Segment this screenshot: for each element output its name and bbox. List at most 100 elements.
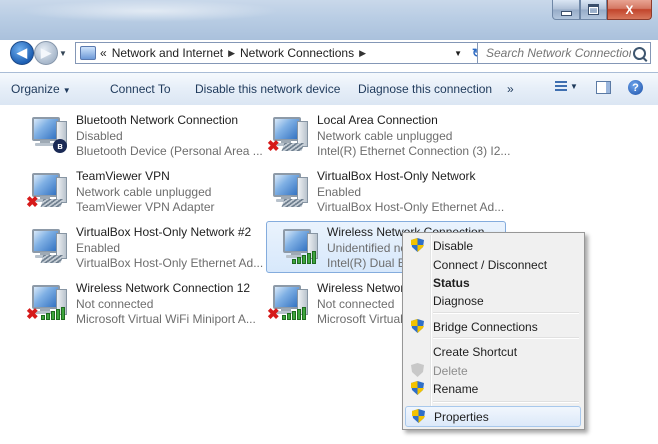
connection-device: Microsoft Virtual WiFi Miniport A... bbox=[76, 312, 256, 326]
connection-item[interactable]: VirtualBox Host-Only Network Enabled Virtu… bbox=[257, 166, 504, 216]
breadcrumb-network-and-internet[interactable]: Network and Internet bbox=[112, 46, 223, 60]
connection-status: Not connected bbox=[76, 297, 154, 311]
menu-separator bbox=[433, 401, 579, 403]
connection-name: VirtualBox Host-Only Network #2 bbox=[76, 225, 252, 239]
connection-name: Local Area Connection bbox=[317, 113, 438, 127]
minimize-button[interactable] bbox=[552, 0, 580, 20]
menu-separator bbox=[433, 312, 579, 314]
connection-device: VirtualBox Host-Only Ethernet Ad... bbox=[76, 256, 264, 270]
connection-status: Disabled bbox=[76, 129, 123, 143]
signal-bars-icon bbox=[41, 307, 65, 320]
breadcrumb-overflow[interactable]: « bbox=[100, 46, 107, 60]
uac-shield-icon bbox=[411, 238, 424, 252]
network-cable-icon bbox=[40, 255, 64, 263]
menu-item-status[interactable]: Status bbox=[405, 273, 581, 292]
maximize-icon bbox=[588, 4, 599, 15]
network-adapter-icon: ✖ bbox=[267, 281, 309, 323]
view-options-chevron-icon[interactable]: ▼ bbox=[570, 82, 578, 91]
back-arrow-icon: ◀ bbox=[17, 45, 27, 60]
uac-shield-icon bbox=[412, 409, 425, 423]
menu-item-diagnose[interactable]: Diagnose bbox=[405, 291, 581, 310]
organize-button[interactable]: Organize ▼ bbox=[11, 82, 71, 96]
breadcrumb-separator-icon[interactable]: ▶ bbox=[359, 48, 366, 59]
maximize-button[interactable] bbox=[580, 0, 607, 20]
more-commands-button[interactable]: » bbox=[507, 82, 514, 96]
menu-item-delete: Delete bbox=[405, 361, 581, 380]
connection-name: Bluetooth Network Connection bbox=[76, 113, 239, 127]
context-menu: Disable Connect / Disconnect Status Diagnos… bbox=[402, 232, 585, 430]
disable-device-button[interactable]: Disable this network device bbox=[195, 82, 340, 96]
error-x-icon: ✖ bbox=[26, 194, 39, 211]
connection-name: TeamViewer VPN bbox=[76, 169, 170, 183]
preview-pane-icon[interactable] bbox=[596, 81, 611, 94]
uac-shield-icon bbox=[411, 363, 424, 377]
title-glow bbox=[20, 0, 280, 22]
network-adapter-icon: ✖ bbox=[26, 281, 68, 323]
connection-device: Intel(R) Ethernet Connection (3) I2... bbox=[317, 144, 511, 158]
signal-bars-icon bbox=[292, 251, 316, 264]
window-titlebar: X bbox=[0, 0, 658, 40]
connect-to-button[interactable]: Connect To bbox=[110, 82, 171, 96]
search-input[interactable] bbox=[484, 45, 633, 61]
menu-item-label: Create Shortcut bbox=[433, 345, 518, 359]
search-box[interactable] bbox=[477, 42, 651, 64]
address-bar[interactable]: « Network and Internet ▶ Network Connect… bbox=[75, 42, 467, 64]
signal-bars-icon bbox=[282, 307, 306, 320]
close-button[interactable]: X bbox=[607, 0, 652, 20]
error-x-icon: ✖ bbox=[267, 138, 280, 155]
help-icon[interactable]: ? bbox=[628, 80, 643, 95]
error-x-icon: ✖ bbox=[267, 306, 280, 323]
connection-device: VirtualBox Host-Only Ethernet Ad... bbox=[317, 200, 505, 214]
window-controls: X bbox=[552, 0, 652, 20]
menu-item-disable[interactable]: Disable bbox=[405, 236, 581, 255]
breadcrumb-network-connections[interactable]: Network Connections bbox=[240, 46, 354, 60]
uac-shield-icon bbox=[411, 319, 424, 333]
menu-item-bridge-connections[interactable]: Bridge Connections bbox=[405, 317, 581, 336]
connection-item[interactable]: ✖ Local Area Connection Network cable unpl… bbox=[257, 110, 510, 160]
minimize-icon bbox=[560, 10, 572, 16]
diagnose-connection-button[interactable]: Diagnose this connection bbox=[358, 82, 492, 96]
network-cable-icon bbox=[40, 199, 64, 207]
connection-status: Enabled bbox=[317, 185, 362, 199]
network-cable-icon bbox=[281, 143, 305, 151]
menu-item-label: Delete bbox=[433, 364, 468, 378]
menu-item-label: Properties bbox=[434, 410, 489, 424]
error-x-icon: ✖ bbox=[26, 306, 39, 323]
network-adapter-icon bbox=[267, 169, 309, 211]
network-adapter-icon bbox=[26, 225, 68, 267]
search-icon[interactable] bbox=[633, 46, 646, 60]
menu-item-label: Diagnose bbox=[433, 294, 484, 308]
menu-item-label: Status bbox=[433, 276, 470, 290]
connection-name: VirtualBox Host-Only Network bbox=[317, 169, 476, 183]
network-adapter-icon bbox=[277, 225, 319, 267]
menu-item-label: Connect / Disconnect bbox=[433, 258, 548, 272]
change-view-icon[interactable] bbox=[555, 81, 567, 93]
connection-device: Microsoft Virtual bbox=[317, 312, 403, 326]
menu-item-properties[interactable]: Properties bbox=[405, 406, 581, 427]
network-adapter-icon: ✖ bbox=[267, 113, 309, 155]
menu-item-create-shortcut[interactable]: Create Shortcut bbox=[405, 342, 581, 361]
connection-item[interactable]: VirtualBox Host-Only Network #2 Enabled Vi… bbox=[16, 222, 263, 272]
connection-status: Enabled bbox=[76, 241, 121, 255]
network-adapter-icon: ✖ bbox=[26, 169, 68, 211]
connection-status: Network cable unplugged bbox=[317, 129, 453, 143]
address-dropdown-icon[interactable]: ▼ bbox=[454, 49, 462, 58]
connection-item[interactable]: ʙ Bluetooth Network Connection Disabled Blu… bbox=[16, 110, 263, 160]
uac-shield-icon bbox=[411, 381, 424, 395]
menu-item-connect-disconnect[interactable]: Connect / Disconnect bbox=[405, 255, 581, 274]
menu-item-rename[interactable]: Rename bbox=[405, 379, 581, 398]
breadcrumb-separator-icon[interactable]: ▶ bbox=[228, 48, 235, 59]
forward-arrow-icon: ▶ bbox=[41, 45, 51, 60]
back-button[interactable]: ◀ bbox=[10, 41, 34, 65]
command-bar: Organize ▼ Connect To Disable this networ… bbox=[0, 72, 658, 106]
forward-button[interactable]: ▶ bbox=[34, 41, 58, 65]
connection-item[interactable]: ✖ TeamViewer VPN Network cable unplugged Te… bbox=[16, 166, 254, 216]
recent-pages-dropdown[interactable]: ▼ bbox=[59, 49, 67, 58]
network-folder-icon bbox=[80, 46, 96, 60]
menu-item-label: Bridge Connections bbox=[433, 320, 538, 334]
connection-name: Wireless Network Connection 12 bbox=[76, 281, 251, 295]
connection-device: Bluetooth Device (Personal Area ... bbox=[76, 144, 263, 158]
connection-status: Network cable unplugged bbox=[76, 185, 212, 199]
connection-item[interactable]: ✖ Wireless Network Connection 12 Not conne… bbox=[16, 278, 256, 328]
monitor-base bbox=[35, 143, 55, 146]
